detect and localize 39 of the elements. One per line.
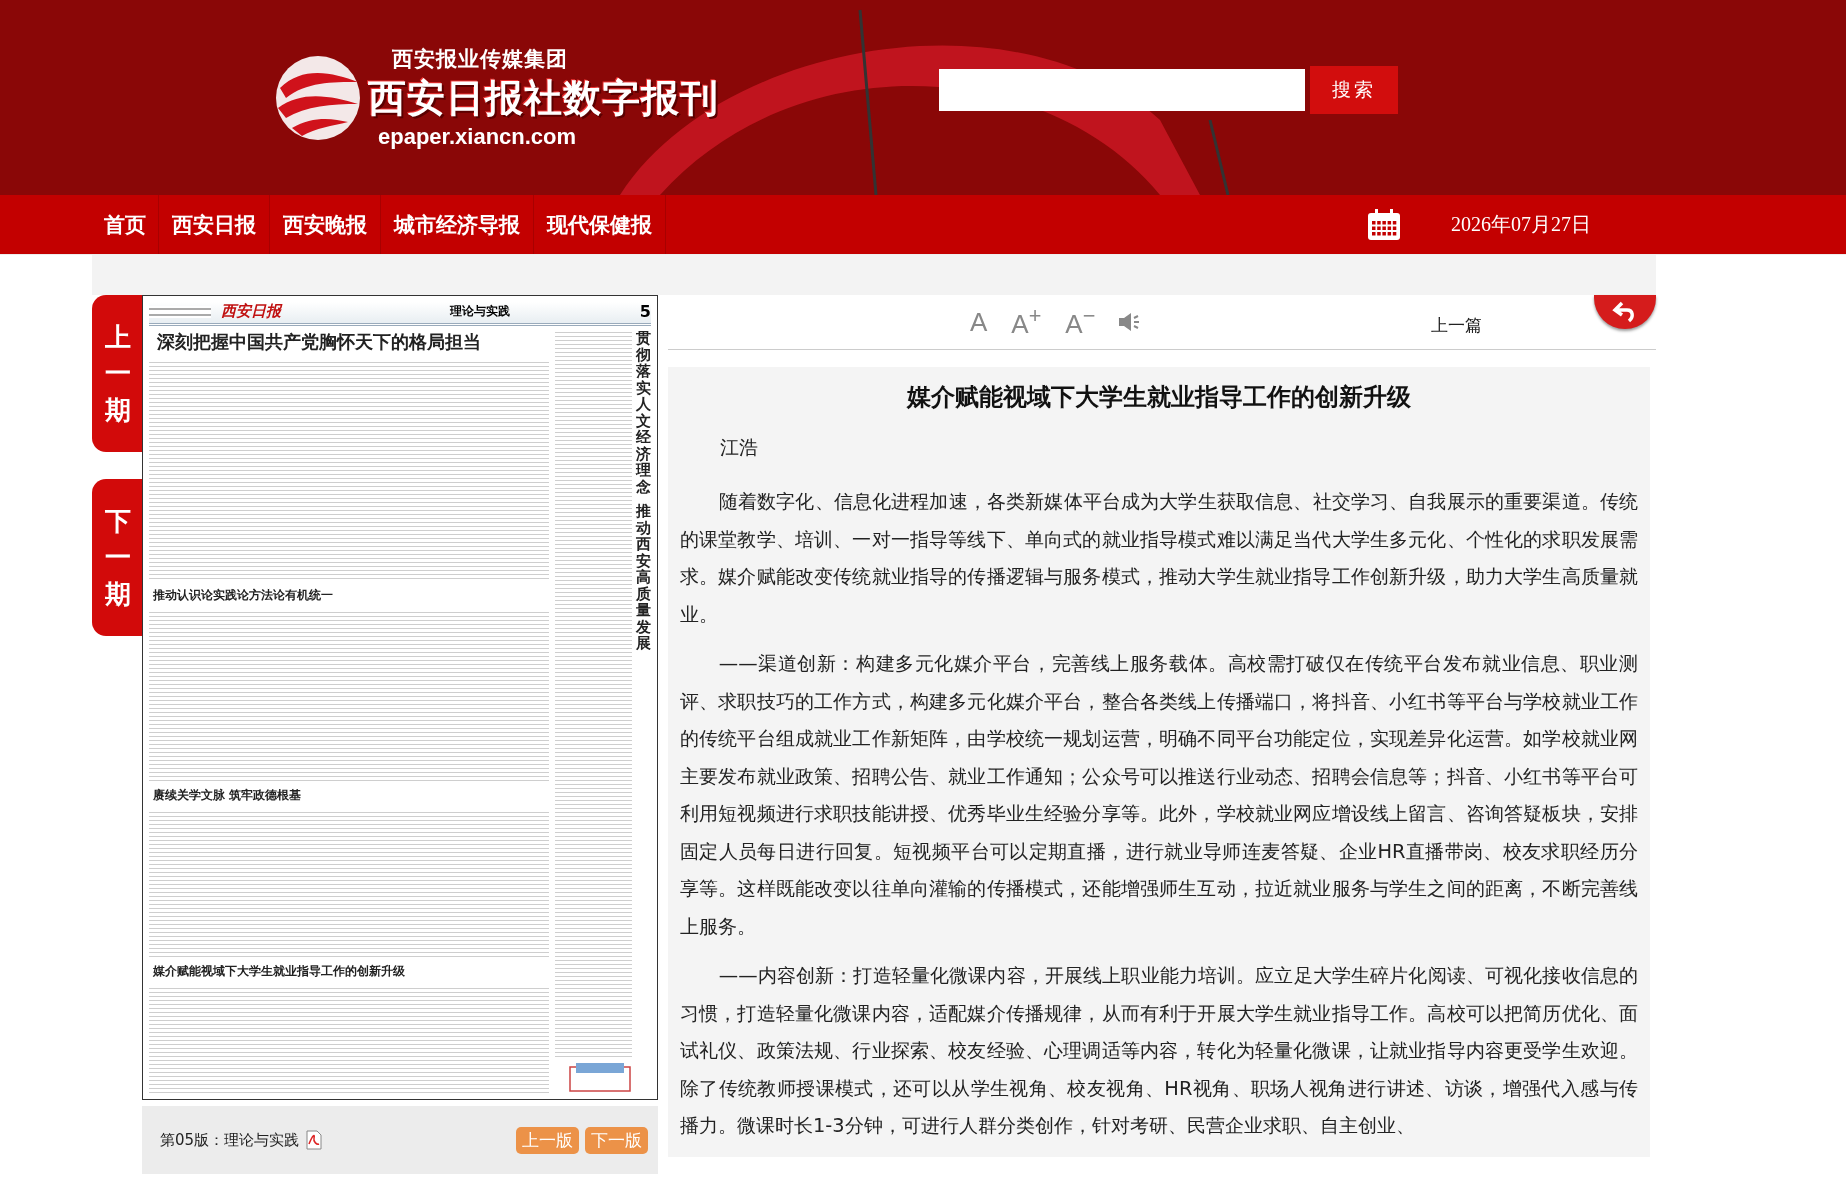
search-button[interactable]: 搜索 (1310, 66, 1398, 114)
nav-link[interactable]: 现代保健报 (534, 195, 666, 254)
search-field[interactable] (939, 69, 1305, 111)
paper-masthead: 西安日报 (221, 302, 281, 321)
paper-headline[interactable]: 推动认识论实践论方法论有机统一 (149, 587, 549, 605)
group-name: 西安报业传媒集团 (392, 46, 569, 73)
back-button[interactable] (1594, 295, 1656, 329)
site-domain: epaper.xiancn.com (378, 124, 578, 150)
calendar-icon[interactable] (1367, 208, 1401, 241)
paper-headline[interactable]: 媒介赋能视域下大学生就业指导工作的创新升级 (149, 963, 549, 981)
issue-date: 2026年07月27日 (1451, 212, 1591, 237)
paper-headline[interactable]: 赓续关学文脉 筑牢政德根基 (149, 787, 549, 805)
article-author: 江浩 (719, 435, 759, 460)
paper-vertical-title: 贯彻落实人文经济理念 (636, 330, 651, 495)
article-paragraph: 随着数字化、信息化进程加速，各类新媒体平台成为大学生获取信息、社交学习、自我展示的重要渠道。传统的课堂教学、培训、一对一指导等线下、单向式的就业指导模式难以满足当代大学生多元化、个性化的求职发展需求。媒介赋能改变传统就业指导的传播逻辑与服务模式，推动大学生就业指导工作创新升级，助力大学生高质量就业。 (680, 489, 1638, 628)
speaker-icon[interactable] (1117, 311, 1142, 333)
article-paragraph: ——渠道创新：构建多元化媒介平台，完善线上服务载体。高校需打破仅在传统平台发布就业信息、职业测评、求职技巧的工作方式，构建多元化媒介平台，整合各类线上传播端口，将抖音、小红书等平台与学校就业工作的传统平台组成就业工作新矩阵，由学校统一规划运营，明确不同平台功能定位，实现差异化运营。如学校就业网主要发布就业政策、招聘公告、就业工作通知；公众号可以推送行业动态、招聘会信息等；抖音、小红书等平台可利用短视频进行求职技能讲授、优秀毕业生经验分享等。此外，学校就业网应增设线上留言、咨询答疑板块，安排固定人员每日进行回复。短视频平台可以定期直播，进行就业导师连麦答疑、企业HR直播带岗、校友求职经历分享等。这样既能改变以往单向灌输的传播模式，还能增强师生互动，拉近就业服务与学生之间的距离，不断完善线上服务。 (680, 651, 1638, 940)
paper-section-title: 理论与实践 (449, 303, 510, 320)
pdf-icon[interactable] (305, 1130, 324, 1150)
article-title: 媒介赋能视域下大学生就业指导工作的创新升级 (905, 382, 1412, 413)
previous-article-link[interactable]: 上一篇 (1431, 313, 1483, 337)
edition-label: 第05版：理论与实践 (160, 1130, 300, 1150)
newspaper-page[interactable]: 西安日报 理论与实践 5 深刻把握中国共产党胸怀天下的格局担当 推动认识论实践论方法论有机统一 赓续关学文脉 筑牢政德根基 媒介赋能视域下大学生就业指导工作的创新升级 贯彻落实人文经济理念 推动西安高质量发展 (142, 295, 658, 1100)
nav-link[interactable]: 城市经济导报 (381, 195, 534, 254)
paper-page-number: 5 (639, 302, 651, 321)
site-title: 西安日报社数字报刊 (368, 75, 719, 122)
emblem-icon (568, 1063, 632, 1093)
paper-headline[interactable]: 深刻把握中国共产党胸怀天下的格局担当 (149, 330, 549, 354)
nav-link[interactable]: 西安日报 (159, 195, 270, 254)
font-size-button[interactable]: A$^{+}$ (1009, 303, 1044, 341)
issue-nav-tab[interactable]: 下一期 (92, 479, 144, 636)
blurred-dateline (149, 305, 211, 318)
font-size-button[interactable]: A (968, 306, 990, 338)
nav-link[interactable]: 西安晚报 (270, 195, 381, 254)
paper-vertical-title: 推动西安高质量发展 (636, 503, 651, 652)
article-paragraph: ——内容创新：打造轻量化微课内容，开展线上职业能力培训。应立足大学生碎片化阅读、可视化接收信息的习惯，打造轻量化微课内容，适配媒介传播规律，从而有利于开展大学生就业指导工作。高校可以把简历优化、面试礼仪、政策法规、行业探索、校友经验、心理调适等内容，转化为轻量化微课，让就业指导内容更受学生欢迎。除了传统教师授课模式，还可以从学生视角、校友视角、HR视角、职场人视角进行讲述、访谈，增强代入感与传播力。微课时长1-3分钟，可进行人群分类创作，针对考研、民营企业求职、自主创业、 (680, 963, 1638, 1139)
issue-nav-tab[interactable]: 上一期 (92, 295, 144, 452)
nav-link[interactable]: 首页 (92, 195, 159, 254)
font-size-button[interactable]: A$^{−}$ (1063, 303, 1098, 341)
